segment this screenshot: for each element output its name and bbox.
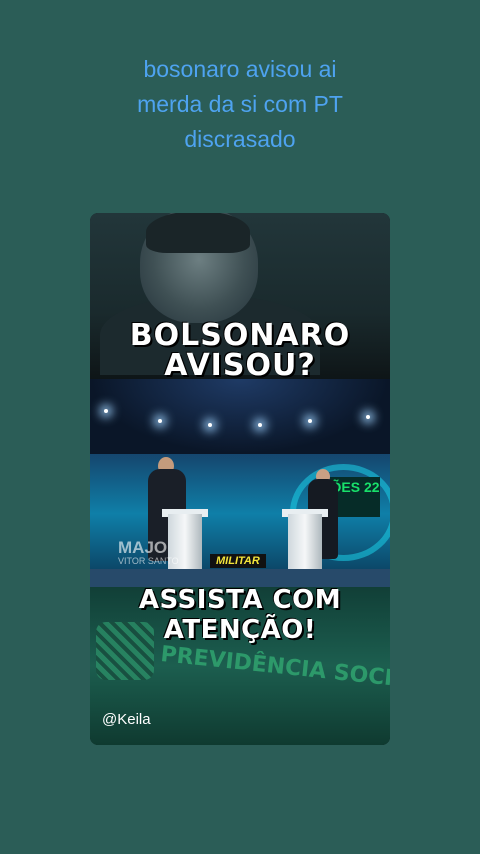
spotlight (308, 419, 312, 423)
military-tag: MILITAR (210, 554, 266, 568)
spotlight (366, 415, 370, 419)
stage-lights (90, 379, 390, 454)
portrait-section: BOLSONARO AVISOU? (90, 213, 390, 381)
headline-bottom: ASSISTA COM ATENÇÃO! (90, 587, 390, 645)
spotlight (104, 409, 108, 413)
watermark-handle: @Keila (102, 711, 151, 728)
caption-line-2: merda da si com PT (137, 91, 343, 117)
spotlight (158, 419, 162, 423)
caption-line-1: bosonaro avisou ai (143, 56, 337, 82)
previdencia-section: PREVIDÊNCIA SOCIAL ASSISTA COM ATENÇÃO! … (90, 587, 390, 745)
portrait-hair (146, 213, 250, 253)
spotlight (208, 423, 212, 427)
headline-bottom-line-2: ATENÇÃO! (163, 615, 317, 645)
spotlight (258, 423, 262, 427)
lower-third: MAJO VITOR SANTO (118, 539, 179, 566)
stage-floor (90, 569, 390, 587)
lower-third-sub: VITOR SANTO (118, 556, 179, 566)
headline-top-line-1: BOLSONARO (129, 318, 351, 353)
caption-line-3: discrasado (184, 126, 296, 152)
headline-top-line-2: AVISOU? (164, 348, 316, 383)
debate-stage: ÕES 22 MAJO VITOR SANTO MILITAR (90, 379, 390, 587)
lower-third-name: MAJO (118, 538, 168, 557)
previdencia-sign: PREVIDÊNCIA SOCIAL (159, 642, 390, 695)
video-card[interactable]: BOLSONARO AVISOU? ÕES 22 MAJO VITOR SANT… (90, 213, 390, 745)
post-caption: bosonaro avisou ai merda da si com PT di… (0, 52, 480, 157)
headline-top: BOLSONARO AVISOU? (90, 321, 390, 381)
headline-bottom-line-1: ASSISTA COM (138, 587, 342, 615)
